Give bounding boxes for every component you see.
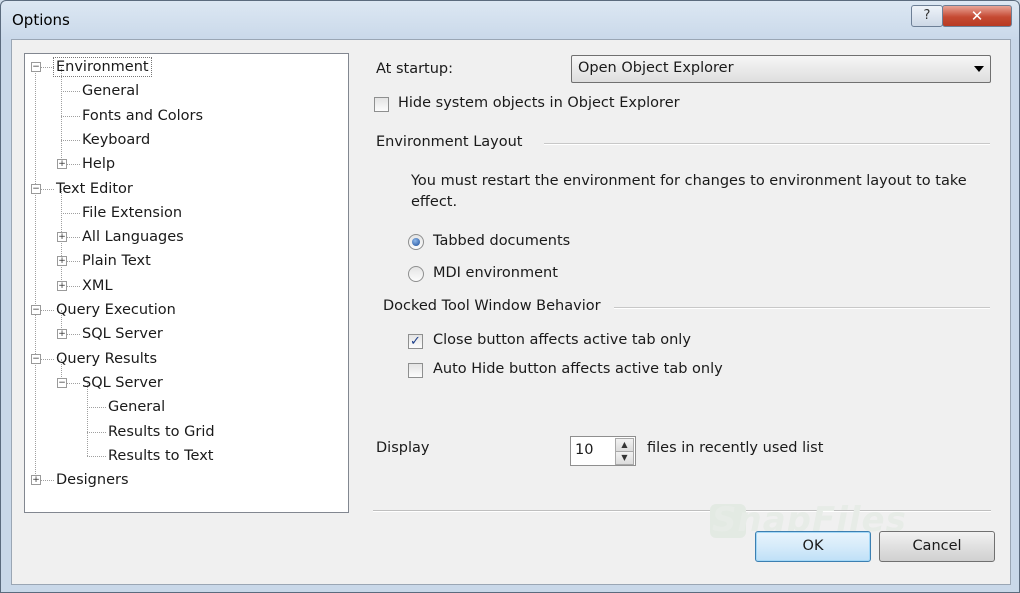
tree-item-label: Results to Grid <box>108 423 215 440</box>
tree-connector <box>61 139 80 141</box>
recent-files-spinner[interactable]: 10 ▲ ▼ <box>570 436 636 466</box>
environment-layout-heading: Environment Layout <box>376 134 523 150</box>
tree-item-label: Help <box>82 156 116 173</box>
tree-connector <box>87 431 106 433</box>
tree-item[interactable]: + XML <box>25 276 345 296</box>
auto-hide-checkbox[interactable] <box>408 363 423 378</box>
window-title: Options <box>12 11 70 29</box>
tree-item[interactable]: + Plain Text <box>25 251 345 271</box>
tabbed-documents-label[interactable]: Tabbed documents <box>433 233 570 249</box>
tree-connector <box>61 115 80 117</box>
radio-selected-dot <box>412 238 420 246</box>
startup-label: At startup: <box>376 61 454 77</box>
tree-item[interactable]: General <box>25 81 345 101</box>
tree-item-label: Results to Text <box>108 447 214 464</box>
tree-item-label: File Extension <box>82 204 183 221</box>
tree-item[interactable]: − Environment <box>25 57 345 77</box>
tree-item-label: Environment <box>53 57 152 77</box>
tree-item-label: General <box>108 399 166 416</box>
tree-item[interactable]: − Text Editor <box>25 179 345 199</box>
close-button-checkbox[interactable]: ✓ <box>408 334 423 349</box>
tree-item[interactable]: + Designers <box>25 470 345 490</box>
mdi-environment-label[interactable]: MDI environment <box>433 265 558 281</box>
ok-button[interactable]: OK <box>755 531 871 562</box>
tree-item-label: SQL Server <box>82 326 163 343</box>
tree-item[interactable]: Results to Text <box>25 446 345 466</box>
group-divider <box>544 143 990 145</box>
expand-icon[interactable]: + <box>57 280 67 291</box>
close-icon: ✕ <box>970 7 984 25</box>
tree-item[interactable]: Fonts and Colors <box>25 106 345 126</box>
collapse-icon[interactable]: − <box>31 62 41 72</box>
tree-item[interactable]: − Query Results <box>25 349 345 369</box>
tree-item-label: Plain Text <box>82 253 151 270</box>
close-button-label[interactable]: Close button affects active tab only <box>433 332 691 348</box>
caret-up-icon: ▲ <box>621 440 628 449</box>
expand-icon[interactable]: + <box>57 232 67 243</box>
tree-item[interactable]: + All Languages <box>25 227 345 247</box>
caret-down-icon: ▼ <box>621 453 628 462</box>
tree-item[interactable]: Keyboard <box>25 130 345 150</box>
restart-note: You must restart the environment for cha… <box>411 173 967 210</box>
collapse-icon[interactable]: − <box>31 305 41 315</box>
startup-dropdown-value: Open Object Explorer <box>578 60 734 76</box>
tree-item[interactable]: − SQL Server <box>25 373 345 393</box>
collapse-icon[interactable]: − <box>57 377 67 388</box>
tree-item-label: Fonts and Colors <box>82 107 204 124</box>
dialog-content: − Environment General Fonts and Colors Keybo… <box>11 39 1011 585</box>
tree-item-label: Query Execution <box>56 302 176 318</box>
tree-item[interactable]: + SQL Server <box>25 324 345 344</box>
tree-item-label: General <box>82 83 140 100</box>
tree-item-label: All Languages <box>82 229 184 246</box>
display-label: Display <box>376 440 430 456</box>
tabbed-documents-radio[interactable] <box>408 234 424 250</box>
group-divider <box>614 307 990 309</box>
docked-behavior-heading: Docked Tool Window Behavior <box>383 298 601 314</box>
expand-icon[interactable]: + <box>57 256 67 267</box>
expand-icon[interactable]: + <box>57 329 67 340</box>
help-icon: ? <box>923 8 931 23</box>
tree-connector <box>61 212 80 214</box>
close-button[interactable]: ✕ <box>942 5 1012 27</box>
collapse-icon[interactable]: − <box>31 183 41 194</box>
options-tree[interactable]: − Environment General Fonts and Colors Keybo… <box>24 53 349 513</box>
tree-item[interactable]: + Help <box>25 154 345 174</box>
tree-connector <box>87 455 106 457</box>
recent-files-value[interactable]: 10 <box>575 442 593 458</box>
tree-item[interactable]: General <box>25 397 345 417</box>
title-bar[interactable]: Options ? ✕ <box>1 1 1019 37</box>
mdi-environment-radio[interactable] <box>408 266 424 282</box>
checkmark-icon: ✓ <box>410 334 421 349</box>
tree-connector <box>61 91 80 93</box>
cancel-button[interactable]: Cancel <box>879 531 995 562</box>
tree-item-label: Designers <box>56 472 129 489</box>
spin-up-button[interactable]: ▲ <box>615 438 634 452</box>
tree-item[interactable]: Results to Grid <box>25 422 345 442</box>
tree-connector <box>87 407 106 409</box>
auto-hide-label[interactable]: Auto Hide button affects active tab only <box>433 361 723 377</box>
tree-item[interactable]: File Extension <box>25 203 345 223</box>
tree-item-label: Query Results <box>56 350 158 367</box>
tree-item[interactable]: − Query Execution <box>25 300 345 320</box>
tree-item-label: XML <box>82 277 113 294</box>
chevron-down-icon <box>974 66 984 72</box>
tree-item-label: Keyboard <box>82 131 151 148</box>
startup-dropdown[interactable]: Open Object Explorer <box>571 55 991 83</box>
expand-icon[interactable]: + <box>57 159 67 170</box>
ok-label: OK <box>802 538 824 554</box>
options-dialog: Options ? ✕ − Environment General Fonts and… <box>0 0 1020 593</box>
expand-icon[interactable]: + <box>31 475 41 486</box>
help-button[interactable]: ? <box>911 5 943 27</box>
collapse-icon[interactable]: − <box>31 353 41 364</box>
cancel-label: Cancel <box>912 538 962 554</box>
spin-down-button[interactable]: ▼ <box>615 451 634 465</box>
hide-system-objects-label[interactable]: Hide system objects in Object Explorer <box>398 95 680 111</box>
tree-item-label: SQL Server <box>82 374 163 391</box>
hide-system-objects-checkbox[interactable] <box>374 97 389 112</box>
tree-item-label: Text Editor <box>56 180 133 197</box>
recent-files-suffix: files in recently used list <box>647 440 824 456</box>
